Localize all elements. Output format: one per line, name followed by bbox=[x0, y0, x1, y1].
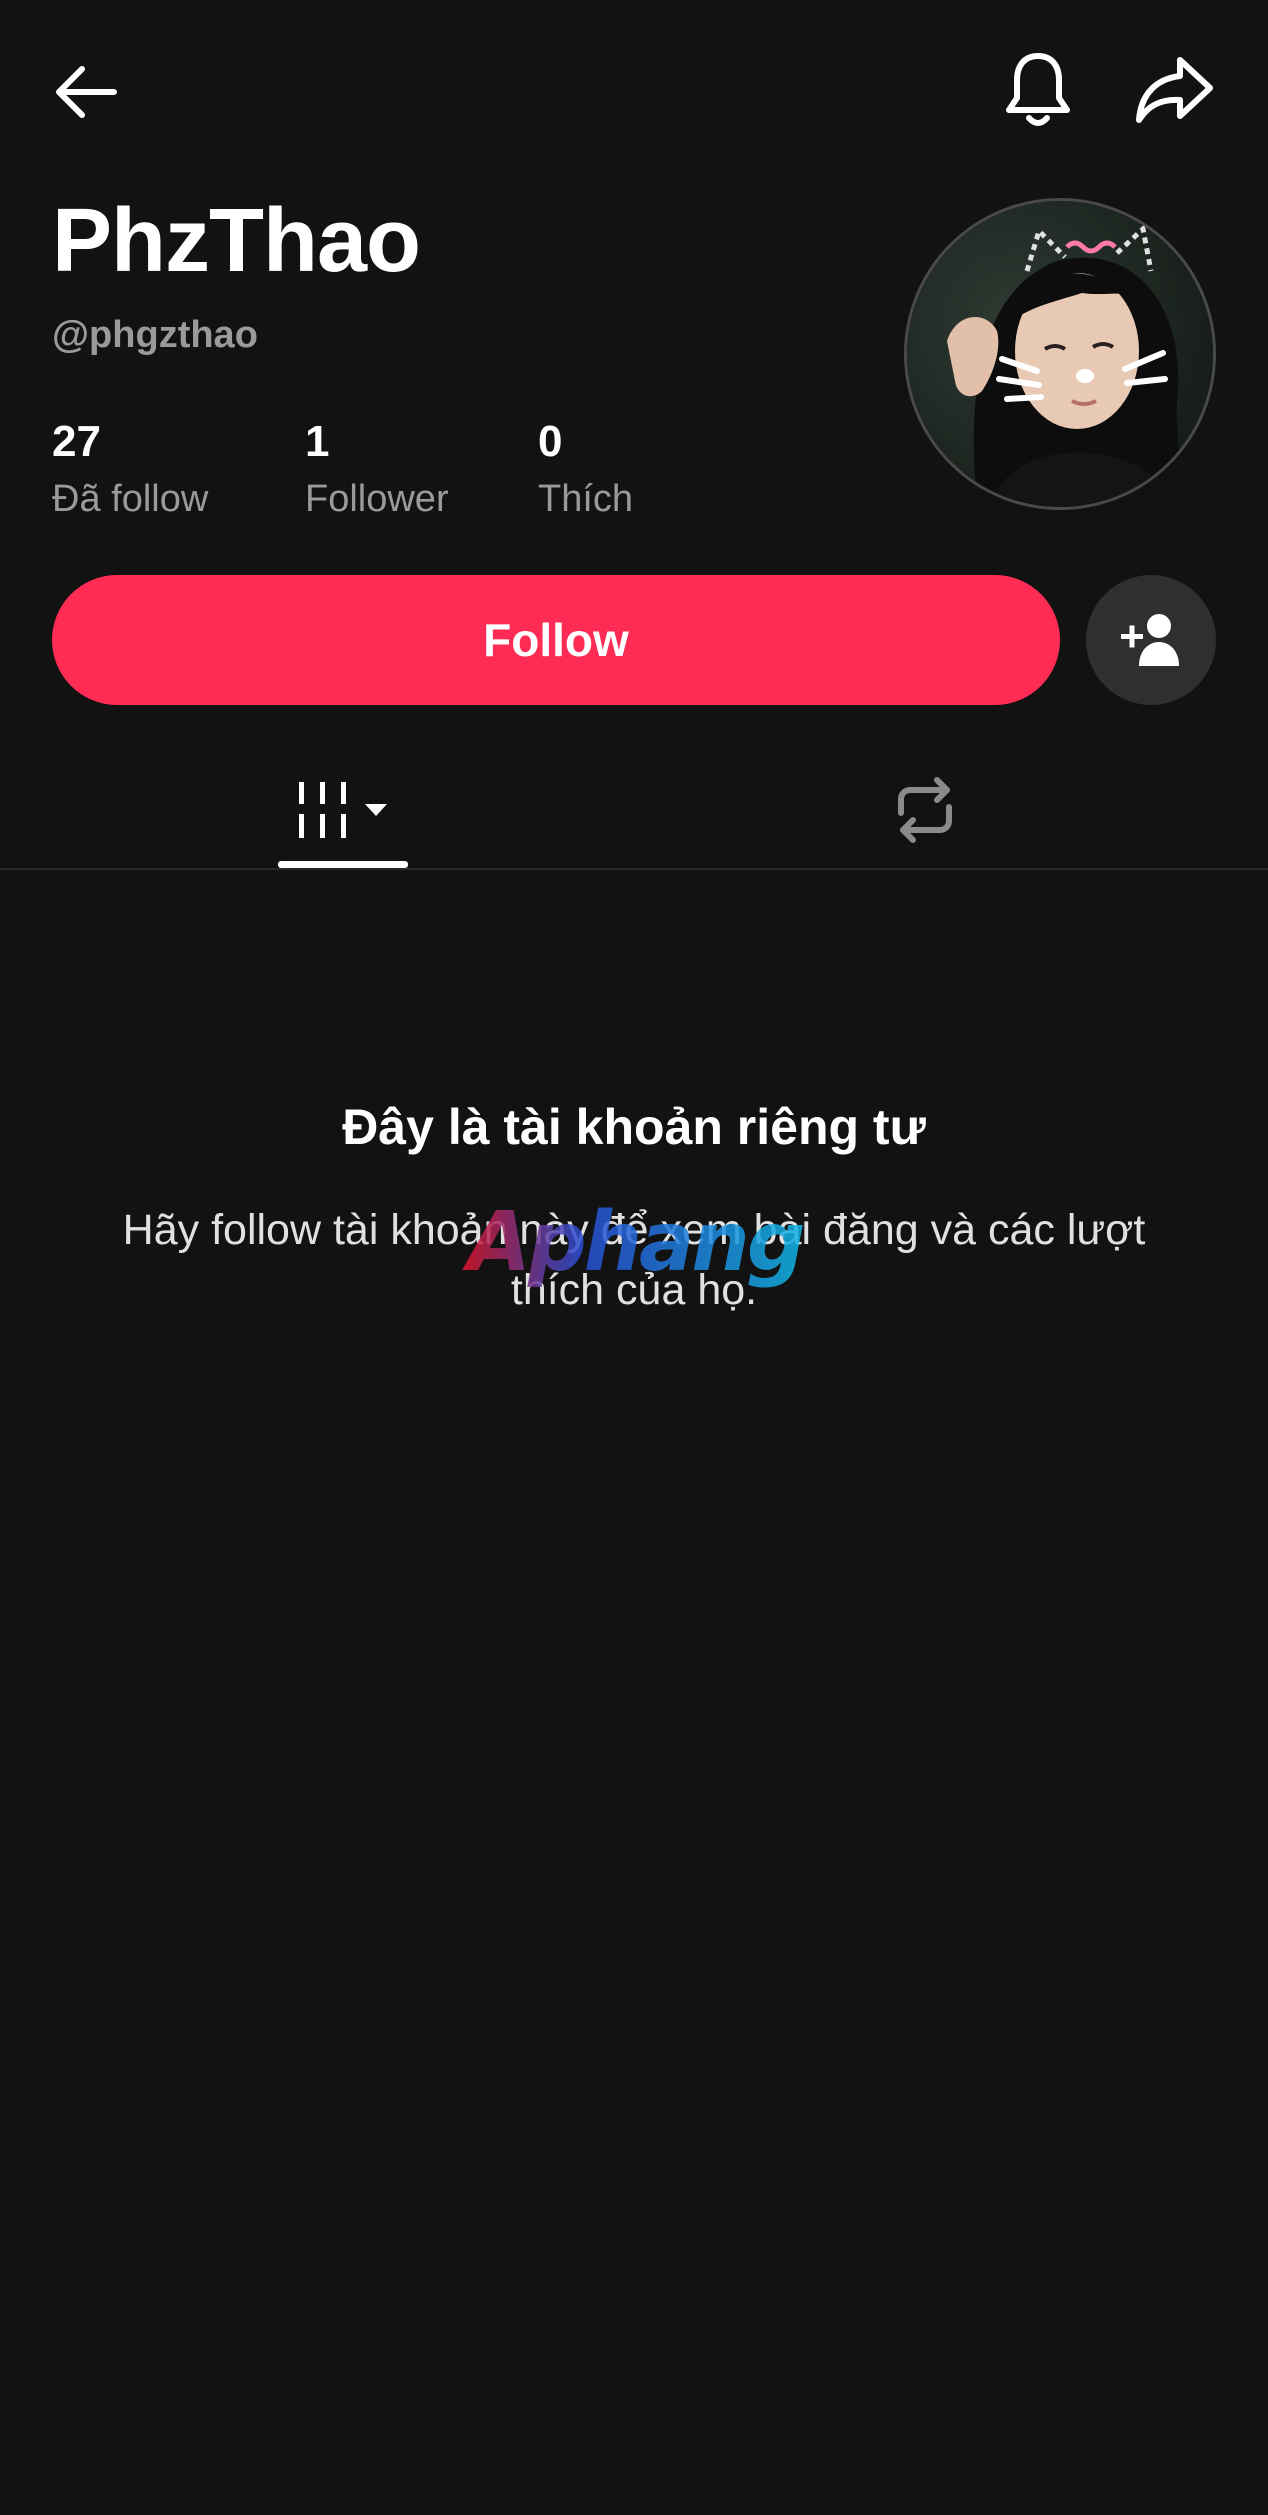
following-label: Đã follow bbox=[52, 478, 209, 520]
private-account-title: Đây là tài khoản riêng tư bbox=[342, 1099, 926, 1155]
add-friend-icon bbox=[1121, 614, 1179, 666]
private-account-description: Hãy follow tài khoản này để xem bài đăng… bbox=[122, 1206, 1146, 1314]
likes-stat[interactable]: 0 Thích bbox=[538, 420, 633, 521]
username: @phgzthao bbox=[52, 314, 258, 356]
follow-button[interactable]: Follow bbox=[52, 575, 1060, 705]
add-friend-button[interactable] bbox=[1086, 575, 1216, 705]
likes-label: Thích bbox=[538, 478, 634, 520]
back-button[interactable] bbox=[44, 50, 128, 134]
notification-button[interactable] bbox=[992, 44, 1084, 136]
tab-videos[interactable] bbox=[240, 752, 446, 868]
dropdown-caret-icon bbox=[365, 804, 387, 816]
followers-stat[interactable]: 1 Follower bbox=[305, 420, 449, 521]
avatar-photo bbox=[907, 201, 1213, 507]
video-grid-icon bbox=[299, 782, 346, 838]
repost-icon bbox=[898, 777, 952, 843]
active-tab-indicator bbox=[278, 861, 408, 868]
share-icon bbox=[1136, 57, 1213, 123]
avatar[interactable] bbox=[904, 198, 1216, 510]
followers-label: Follower bbox=[305, 478, 449, 520]
followers-count: 1 bbox=[305, 417, 330, 466]
bell-icon bbox=[1006, 53, 1070, 126]
share-button[interactable] bbox=[1126, 44, 1222, 136]
following-count: 27 bbox=[52, 417, 101, 466]
tab-reposts[interactable] bbox=[820, 752, 1030, 868]
following-stat[interactable]: 27 Đã follow bbox=[52, 420, 208, 521]
display-name: PhzThao bbox=[52, 191, 421, 291]
likes-count: 0 bbox=[538, 417, 563, 466]
back-arrow-icon bbox=[56, 66, 117, 118]
tab-divider bbox=[0, 868, 1268, 870]
